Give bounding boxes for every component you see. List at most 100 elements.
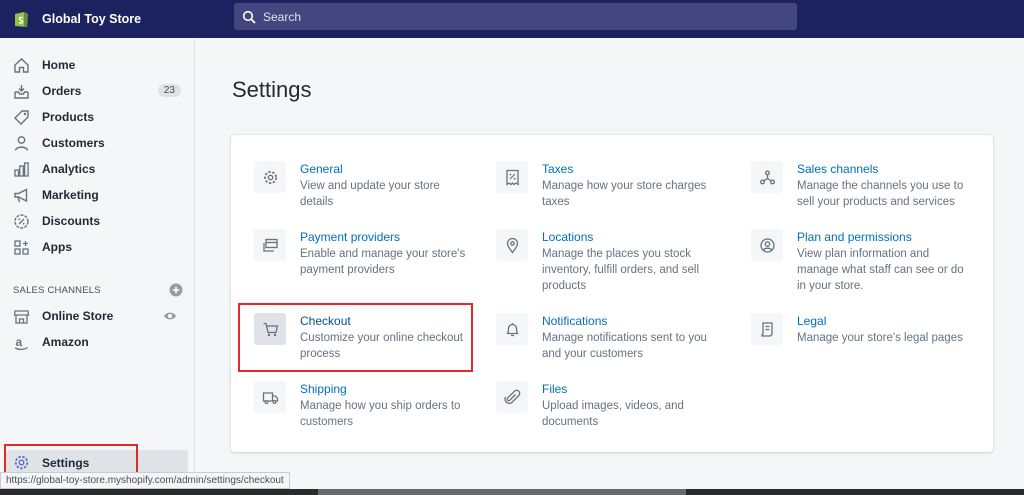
tile-text: Plan and permissions View plan informati…: [797, 229, 964, 294]
settings-tile-shipping[interactable]: Shipping Manage how you ship orders to c…: [254, 381, 479, 430]
settings-tile-notifications[interactable]: Notifications Manage notifications sent …: [496, 313, 721, 362]
browser-status-url: https://global-toy-store.myshopify.com/a…: [0, 472, 290, 489]
settings-tile-legal[interactable]: Legal Manage your store's legal pages: [751, 313, 986, 346]
taskbar-segment: [318, 489, 686, 495]
settings-tile-plan-and-permissions[interactable]: Plan and permissions View plan informati…: [751, 229, 986, 294]
sidebar-item-label: Home: [42, 58, 76, 72]
settings-tile-payment-providers[interactable]: Payment providers Enable and manage your…: [254, 229, 479, 278]
checkout-highlight-box: [238, 303, 473, 372]
sidebar-item-amazon[interactable]: a Amazon: [0, 330, 195, 354]
tile-description-line: and your customers: [542, 348, 643, 360]
tile-description-line: Manage your store's legal pages: [797, 332, 963, 344]
sidebar-item-label: Analytics: [42, 162, 96, 176]
discount-icon: [12, 212, 30, 230]
person-icon: [12, 134, 30, 152]
tile-description-line: in your store.: [797, 280, 864, 292]
sales-channels-header: SALES CHANNELS: [13, 283, 183, 297]
sidebar-item-discounts[interactable]: Discounts: [0, 209, 195, 233]
tile-title[interactable]: Shipping: [300, 381, 460, 397]
eye-icon[interactable]: [163, 310, 177, 322]
sidebar-item-label: Amazon: [42, 335, 89, 349]
tile-title[interactable]: Plan and permissions: [797, 229, 964, 245]
page-title: Settings: [232, 77, 312, 102]
sidebar-item-label: Products: [42, 110, 95, 124]
settings-card: General View and update your store detai…: [231, 135, 993, 452]
settings-tile-taxes[interactable]: Taxes Manage how your store charges taxe…: [496, 161, 721, 210]
paperclip-icon: [496, 381, 528, 413]
tile-description-line: sell your products and services: [797, 196, 955, 208]
sidebar-item-label: Online Store: [42, 309, 114, 323]
tile-description-line: details: [300, 196, 334, 208]
tile-title[interactable]: Payment providers: [300, 229, 465, 245]
add-channel-plus-icon[interactable]: [169, 283, 183, 297]
sidebar-item-online-store[interactable]: Online Store: [0, 304, 195, 328]
tile-description: Enable and manage your store's payment p…: [300, 246, 465, 278]
top-bar: Global Toy Store: [0, 0, 1024, 38]
receipt-icon: [496, 161, 528, 193]
tile-title[interactable]: Sales channels: [797, 161, 963, 177]
svg-text:a: a: [15, 335, 22, 349]
store-name: Global Toy Store: [42, 12, 142, 26]
sidebar-item-orders[interactable]: Orders 23: [0, 79, 195, 103]
document-icon: [751, 313, 783, 345]
tile-description-line: Enable and manage your store's: [300, 248, 466, 260]
sidebar-item-home[interactable]: Home: [0, 53, 195, 77]
tile-description: Manage the channels you use to sell your…: [797, 178, 963, 210]
tile-description-line: View plan information and: [797, 248, 930, 260]
bell-icon: [496, 313, 528, 345]
tile-description-line: Manage the places you stock: [542, 248, 691, 260]
tile-title[interactable]: General: [300, 161, 440, 177]
tile-title[interactable]: Locations: [542, 229, 699, 245]
tile-description-line: customers: [300, 416, 354, 428]
tile-description-line: View and update your store: [300, 180, 440, 192]
amazon-icon: a: [12, 333, 30, 351]
orders-count-badge: 23: [157, 84, 181, 97]
tile-description: Manage the places you stock inventory, f…: [542, 246, 699, 294]
tile-description-line: products: [542, 280, 587, 292]
search-icon: [242, 10, 256, 24]
network-icon: [751, 161, 783, 193]
sales-channels-label: SALES CHANNELS: [13, 284, 101, 296]
tile-description: Manage how you ship orders to customers: [300, 398, 460, 430]
tile-description-line: Manage the channels you use to: [797, 180, 964, 192]
tile-description: Upload images, videos, and documents: [542, 398, 684, 430]
tile-text: Shipping Manage how you ship orders to c…: [300, 381, 460, 430]
sidebar-item-analytics[interactable]: Analytics: [0, 157, 195, 181]
tile-text: Payment providers Enable and manage your…: [300, 229, 465, 278]
sidebar-item-customers[interactable]: Customers: [0, 131, 195, 155]
truck-icon: [254, 381, 286, 413]
orders-icon: [12, 82, 30, 100]
tile-text: Legal Manage your store's legal pages: [797, 313, 963, 346]
location-pin-icon: [496, 229, 528, 261]
account-icon: [751, 229, 783, 261]
search-input[interactable]: [263, 9, 783, 24]
tile-description: Manage notifications sent to you and you…: [542, 330, 707, 362]
apps-icon: [12, 238, 30, 256]
settings-tile-files[interactable]: Files Upload images, videos, and documen…: [496, 381, 721, 430]
settings-tile-general[interactable]: General View and update your store detai…: [254, 161, 479, 210]
tile-description-line: Manage how you ship orders to: [300, 400, 461, 412]
tile-title[interactable]: Legal: [797, 313, 963, 329]
tile-text: Notifications Manage notifications sent …: [542, 313, 707, 362]
tile-description-line: manage what staff can see or do: [797, 264, 964, 276]
tag-icon: [12, 108, 30, 126]
store-brand[interactable]: Global Toy Store: [0, 9, 196, 29]
sidebar-item-products[interactable]: Products: [0, 105, 195, 129]
tile-text: Files Upload images, videos, and documen…: [542, 381, 684, 430]
tile-title[interactable]: Taxes: [542, 161, 706, 177]
sidebar-item-label: Apps: [42, 240, 72, 254]
sidebar-item-marketing[interactable]: Marketing: [0, 183, 195, 207]
tile-text: Taxes Manage how your store charges taxe…: [542, 161, 706, 210]
tile-title[interactable]: Files: [542, 381, 684, 397]
sidebar-item-apps[interactable]: Apps: [0, 235, 195, 259]
settings-tile-locations[interactable]: Locations Manage the places you stock in…: [496, 229, 721, 294]
megaphone-icon: [12, 186, 30, 204]
tile-description-line: taxes: [542, 196, 570, 208]
tile-description-line: Manage how your store charges: [542, 180, 707, 192]
search-bar[interactable]: [234, 3, 797, 30]
tile-title[interactable]: Notifications: [542, 313, 707, 329]
tile-description: View plan information and manage what st…: [797, 246, 964, 294]
settings-tile-sales-channels[interactable]: Sales channels Manage the channels you u…: [751, 161, 986, 210]
tile-description-line: Upload images, videos, and: [542, 400, 684, 412]
sidebar-item-label: Marketing: [42, 188, 99, 202]
